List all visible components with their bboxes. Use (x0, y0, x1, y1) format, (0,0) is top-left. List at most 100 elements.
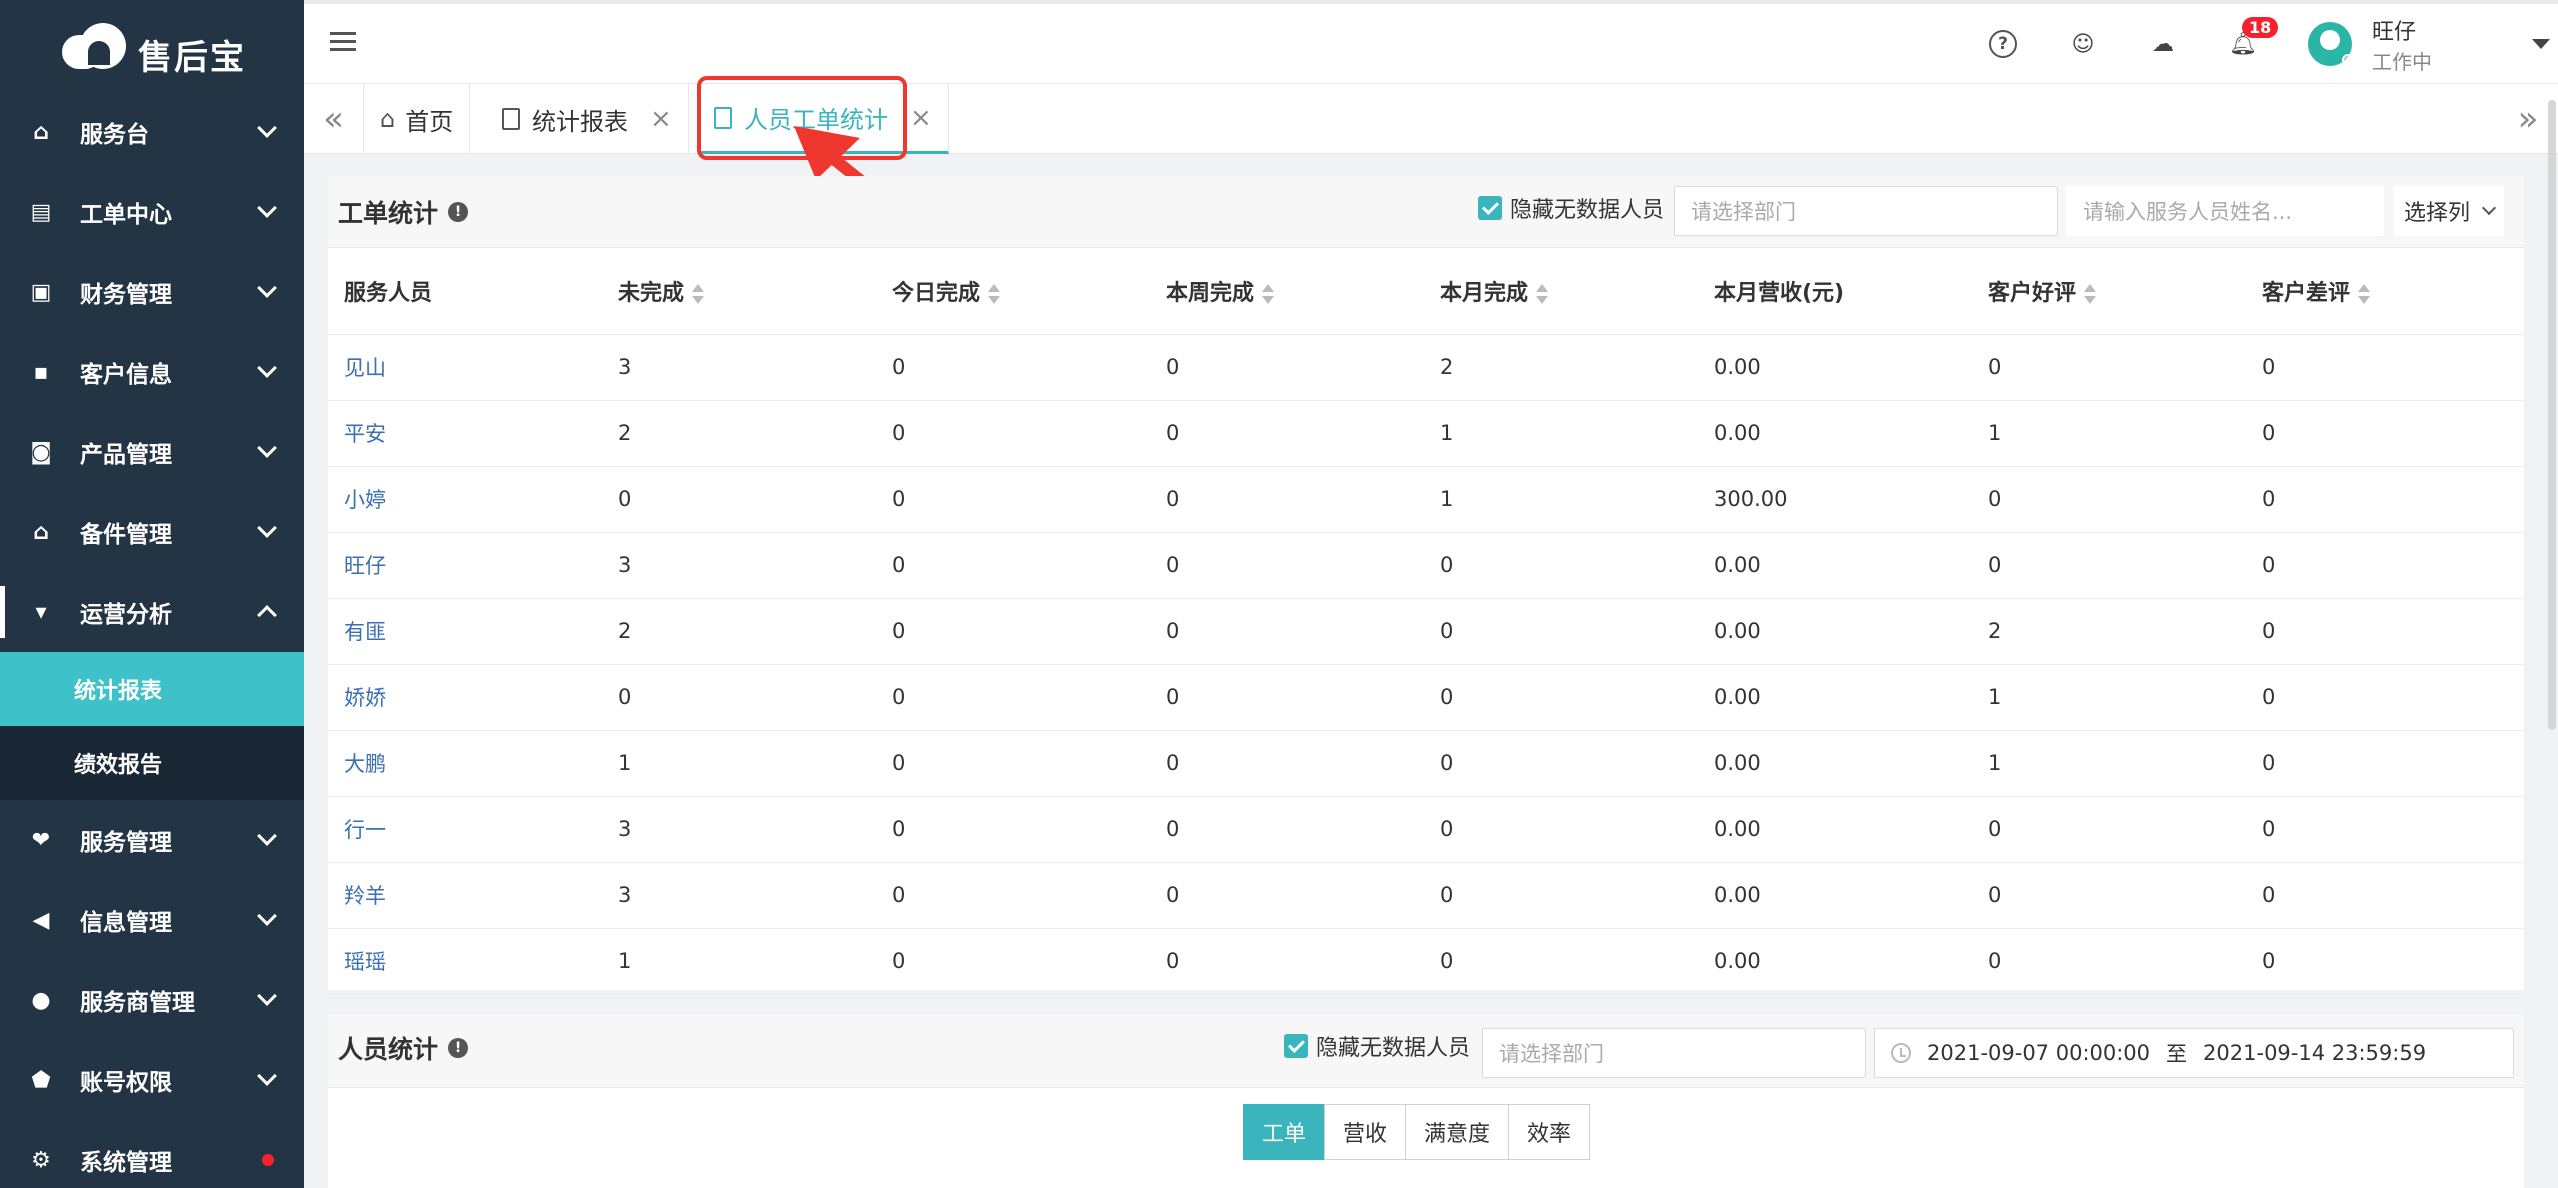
sidebar-item-analytics[interactable]: ▾ 运营分析 (0, 572, 304, 652)
table-cell: 0 (2246, 400, 2524, 467)
staff-name-link[interactable]: 平安 (328, 400, 602, 467)
logo[interactable]: 售后宝 (0, 0, 304, 92)
home-icon: ⌂ (380, 105, 396, 133)
tabs-scroll-left-icon[interactable]: « (304, 84, 364, 154)
table-cell: 1 (1972, 730, 2246, 797)
date-range-picker[interactable]: 2021-09-07 00:00:00 至 2021-09-14 23:59:5… (1874, 1028, 2514, 1078)
table-cell: 1 (1972, 400, 2246, 467)
tab-home[interactable]: ⌂ 首页 (364, 84, 471, 154)
staff-name-link[interactable]: 大鹏 (328, 730, 602, 797)
staff-name-link[interactable]: 见山 (328, 334, 602, 401)
staff-name-link[interactable]: 行一 (328, 796, 602, 863)
sidebar-item-parts[interactable]: ⌂ 备件管理 (0, 492, 304, 572)
sidebar-item-workorder[interactable]: ▤ 工单中心 (0, 172, 304, 252)
sidebar-item-finance[interactable]: ▣ 财务管理 (0, 252, 304, 332)
cloud-download-icon[interactable]: ☁ (2148, 29, 2178, 59)
table-cell: 0 (1150, 532, 1424, 599)
staff-name-link[interactable]: 瑶瑶 (328, 928, 602, 995)
panel-title: 工单统计 ! (338, 194, 469, 230)
table-cell: 0.00 (1698, 928, 1972, 995)
chevron-down-icon (257, 278, 277, 298)
table-row: 平安 2 0 0 1 0.00 1 0 (328, 400, 2524, 467)
sidebar-item-system[interactable]: ⚙ 系统管理 (0, 1120, 304, 1188)
sidebar-item-label: 服务台 (80, 122, 149, 148)
info-icon[interactable]: ! (448, 202, 469, 222)
metric-revenue-button[interactable]: 营收 (1324, 1104, 1407, 1160)
col-header-today[interactable]: 今日完成 (876, 248, 1150, 335)
tab-stats-report[interactable]: 统计报表 × (486, 84, 689, 154)
hide-empty-checkbox[interactable]: 隐藏无数据人员 (1478, 192, 1664, 224)
close-icon[interactable]: × (650, 104, 672, 134)
sidebar-item-label: 工单中心 (80, 202, 172, 228)
caret-down-icon[interactable] (2532, 39, 2550, 49)
hide-empty-checkbox[interactable]: 隐藏无数据人员 (1284, 1030, 1470, 1062)
sidebar-item-service-mgmt[interactable]: ❤ 服务管理 (0, 800, 304, 880)
table-cell: 0 (1424, 796, 1698, 863)
staff-name-link[interactable]: 有匪 (328, 598, 602, 665)
user-info[interactable]: 旺仔 工作中 (2372, 14, 2512, 75)
sidebar-item-customer[interactable]: ▪ 客户信息 (0, 332, 304, 412)
sidebar-item-label: 备件管理 (80, 522, 172, 548)
chevron-down-icon (257, 358, 277, 378)
sidebar-item-provider-mgmt[interactable]: ● 服务商管理 (0, 960, 304, 1040)
table-cell: 0 (876, 862, 1150, 929)
table-row: 羚羊 3 0 0 0 0.00 0 0 (328, 862, 2524, 929)
menu-toggle-icon[interactable] (330, 32, 356, 54)
workorder-stats-panel: 工单统计 ! 隐藏无数据人员 请选择部门 请输入服务人员姓名... 选择列 服务… (328, 176, 2524, 995)
metric-satisfaction-button[interactable]: 满意度 (1405, 1104, 1510, 1160)
table-cell: 0.00 (1698, 400, 1972, 467)
bell-icon[interactable]: 🔔︎ 18 (2228, 17, 2279, 59)
sidebar-subitem-performance-report[interactable]: 绩效报告 (0, 726, 304, 800)
col-header-positive[interactable]: 客户好评 (1972, 248, 2246, 335)
col-header-month[interactable]: 本月完成 (1424, 248, 1698, 335)
clipboard-icon: ▤ (30, 199, 52, 225)
table-cell: 0 (876, 466, 1150, 533)
table-cell: 0 (2246, 664, 2524, 731)
table-cell: 0.00 (1698, 598, 1972, 665)
col-header-incomplete[interactable]: 未完成 (602, 248, 876, 335)
staff-name-link[interactable]: 羚羊 (328, 862, 602, 929)
sidebar-item-service-desk[interactable]: ⌂ 服务台 (0, 92, 304, 172)
metric-efficiency-button[interactable]: 效率 (1508, 1104, 1591, 1160)
table-cell: 0 (602, 664, 876, 731)
sidebar-item-product[interactable]: ◙ 产品管理 (0, 412, 304, 492)
col-header-negative[interactable]: 客户差评 (2246, 248, 2524, 335)
staff-name-search-input[interactable]: 请输入服务人员姓名... (2066, 186, 2384, 236)
table-cell: 0 (2246, 730, 2524, 797)
help-icon[interactable]: ? (1988, 29, 2018, 59)
customer-service-icon[interactable]: ☺ (2068, 29, 2098, 59)
clock-icon (1891, 1043, 1911, 1063)
table-cell: 0 (1972, 334, 2246, 401)
staff-name-link[interactable]: 娇娇 (328, 664, 602, 731)
chevron-down-icon (257, 1066, 277, 1086)
table-row: 大鹏 1 0 0 0 0.00 1 0 (328, 730, 2524, 797)
gear-icon: ⚙ (31, 1147, 51, 1173)
department-select[interactable]: 请选择部门 (1674, 186, 2058, 236)
sort-icon (692, 283, 705, 304)
table-cell: 0 (876, 334, 1150, 401)
table-cell: 0 (876, 532, 1150, 599)
sidebar-item-account-perm[interactable]: ⬟ 账号权限 (0, 1040, 304, 1120)
sidebar-item-info-mgmt[interactable]: ◀ 信息管理 (0, 880, 304, 960)
info-icon[interactable]: ! (448, 1038, 469, 1058)
page-scrollbar[interactable] (2548, 100, 2556, 730)
sort-icon (1262, 283, 1275, 304)
table-cell: 0 (2246, 334, 2524, 401)
table-cell: 0 (876, 928, 1150, 995)
table-row: 旺仔 3 0 0 0 0.00 0 0 (328, 532, 2524, 599)
department-select[interactable]: 请选择部门 (1482, 1028, 1866, 1078)
staff-name-link[interactable]: 小婷 (328, 466, 602, 533)
panel-title-text: 工单统计 (338, 199, 439, 228)
select-columns-dropdown[interactable]: 选择列 (2394, 186, 2505, 236)
table-cell: 0 (2246, 928, 2524, 995)
metric-workorder-button[interactable]: 工单 (1243, 1104, 1326, 1160)
panel-header: 人员统计 ! 隐藏无数据人员 请选择部门 2021-09-07 00:00:00… (328, 1014, 2524, 1088)
col-header-week[interactable]: 本周完成 (1150, 248, 1424, 335)
table-cell: 0 (1150, 400, 1424, 467)
avatar[interactable] (2308, 22, 2352, 66)
staff-name-link[interactable]: 旺仔 (328, 532, 602, 599)
staff-stats-panel: 人员统计 ! 隐藏无数据人员 请选择部门 2021-09-07 00:00:00… (328, 1014, 2524, 1188)
sidebar-item-label: 服务商管理 (80, 990, 195, 1016)
sidebar-subitem-stats-report[interactable]: 统计报表 (0, 652, 304, 726)
metric-toggle-group: 工单 营收 满意度 效率 (1243, 1104, 1591, 1160)
